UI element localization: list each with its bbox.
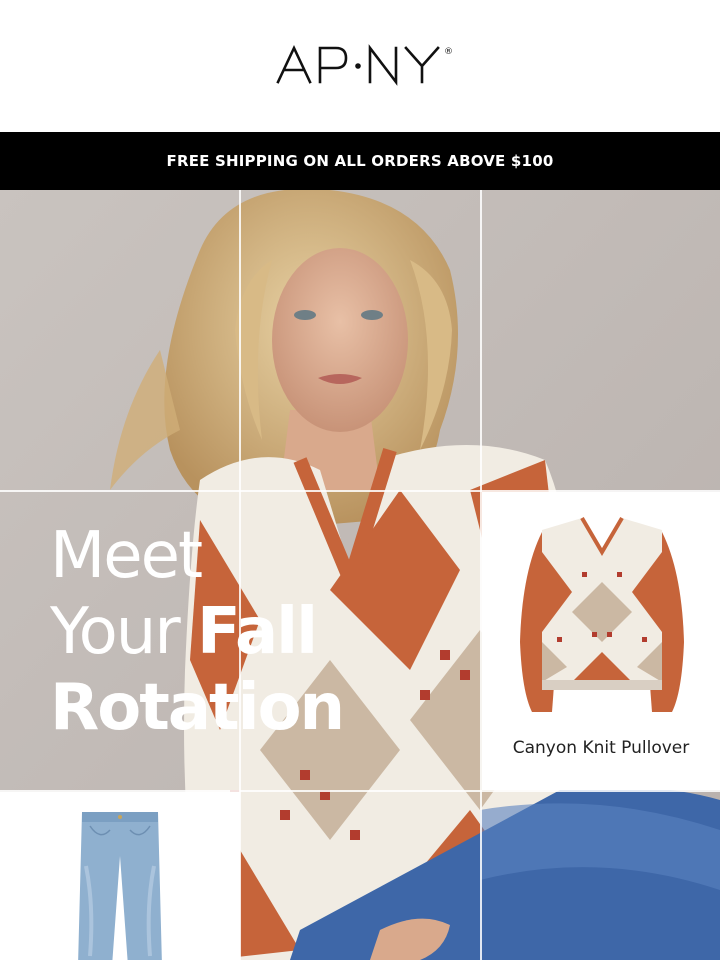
email-header: ®: [0, 0, 720, 132]
svg-text:®: ®: [444, 47, 453, 57]
product-name[interactable]: Canyon Knit Pullover: [482, 738, 720, 758]
free-shipping-banner[interactable]: FREE SHIPPING ON ALL ORDERS ABOVE $100: [0, 132, 720, 190]
jeans-product-image: [78, 812, 162, 960]
product-card-jeans[interactable]: [0, 792, 240, 960]
hero-headline: Meet Your Fall Rotation: [50, 518, 430, 746]
pullover-product-image: [520, 516, 684, 712]
headline-line-2-light: Your: [50, 595, 197, 669]
headline-line-2-bold: Fall: [196, 595, 318, 669]
headline-line-2: Your Fall: [50, 594, 430, 670]
apny-logo-icon: ®: [276, 44, 453, 86]
headline-line-3: Rotation: [50, 671, 345, 745]
hero-section[interactable]: Meet Your Fall Rotation Canyon Knit Pull…: [0, 190, 720, 960]
product-card-canyon-knit-pullover[interactable]: Canyon Knit Pullover: [482, 492, 720, 790]
brand-logo[interactable]: ®: [272, 42, 462, 86]
free-shipping-text: FREE SHIPPING ON ALL ORDERS ABOVE $100: [166, 152, 554, 170]
headline-line-1: Meet: [50, 519, 203, 593]
